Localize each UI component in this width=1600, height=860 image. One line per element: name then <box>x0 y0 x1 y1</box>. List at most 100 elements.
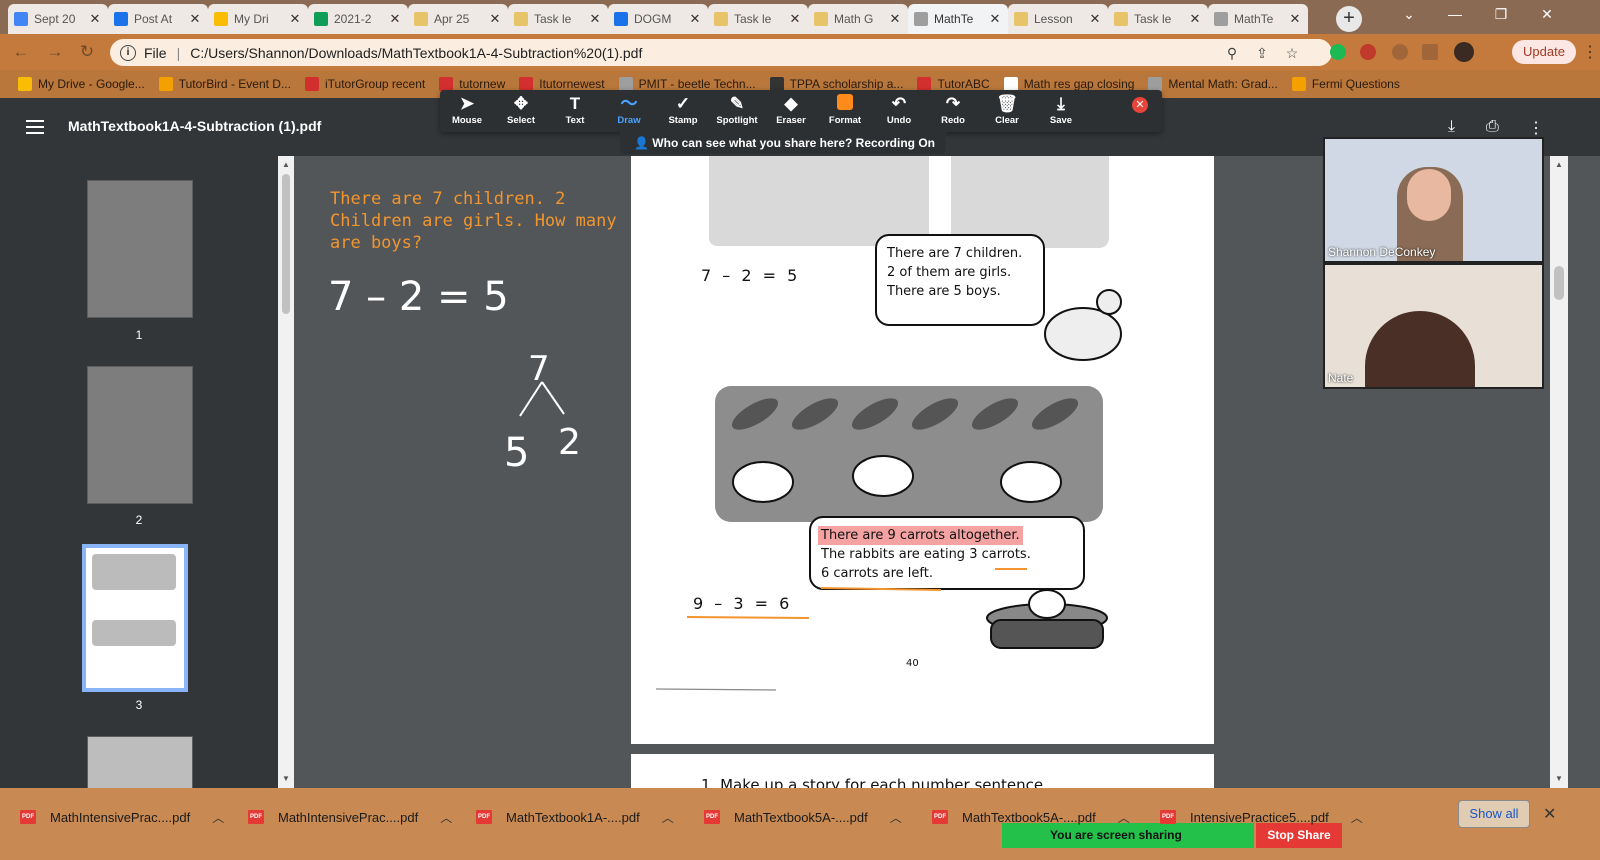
bookmark-item[interactable]: TutorBird - Event D... <box>158 77 291 91</box>
tool-clear[interactable]: 🗑 Clear <box>980 94 1034 126</box>
chevron-up-icon[interactable]: ︿ <box>1351 809 1363 826</box>
thumbnail-page-4[interactable] <box>87 736 193 788</box>
chevron-up-icon[interactable]: ︿ <box>440 809 452 826</box>
browser-tab[interactable]: MathTe ✕ <box>908 4 1008 34</box>
profile-avatar[interactable] <box>1454 42 1474 62</box>
bond-right: 2 <box>558 422 581 463</box>
tab-close-icon[interactable]: ✕ <box>588 11 602 27</box>
browser-tab[interactable]: Lesson ✕ <box>1008 4 1108 34</box>
video-tile-nate[interactable]: Nate <box>1323 263 1544 389</box>
browser-tab[interactable]: MathTe ✕ <box>1208 4 1308 34</box>
browser-tab[interactable]: Math G ✕ <box>808 4 908 34</box>
chevron-up-icon[interactable]: ︿ <box>662 809 674 826</box>
bookmark-item[interactable]: Fermi Questions <box>1291 77 1400 91</box>
bookmark-item[interactable]: tutornew <box>439 77 505 91</box>
bookmark-item[interactable]: TPPA scholarship a... <box>769 77 903 91</box>
browser-tab[interactable]: DOGM ✕ <box>608 4 708 34</box>
tool-spotlight[interactable]: ✎ Spotlight <box>710 94 764 126</box>
bookmark-item[interactable]: Mental Math: Grad... <box>1148 77 1278 91</box>
zoom-icon[interactable]: ⚲ <box>1222 43 1242 63</box>
bookmark-item[interactable]: Math res gap closing <box>1003 77 1134 91</box>
download-item[interactable]: PDF MathTextbook5A-....pdf ︿ <box>932 802 1130 832</box>
tool-mouse[interactable]: ➤ Mouse <box>440 94 494 126</box>
tab-close-icon[interactable]: ✕ <box>88 11 102 27</box>
tool-save[interactable]: ⤓ Save <box>1034 94 1088 126</box>
tab-close-icon[interactable]: ✕ <box>1088 11 1102 27</box>
download-item[interactable]: PDF MathTextbook1A-....pdf ︿ <box>476 802 674 832</box>
tab-close-icon[interactable]: ✕ <box>1288 11 1302 27</box>
browser-tab[interactable]: Sept 20 ✕ <box>8 4 108 34</box>
thumbnail-page-3[interactable] <box>82 544 188 692</box>
page-scrollbar[interactable]: ▲ ▼ <box>1550 156 1568 788</box>
thumbnail-page-2[interactable] <box>87 366 193 504</box>
chevron-up-icon[interactable]: ︿ <box>212 809 224 826</box>
tab-close-icon[interactable]: ✕ <box>688 11 702 27</box>
tab-close-icon[interactable]: ✕ <box>388 11 402 27</box>
tab-search-icon[interactable]: ⌄ <box>1386 0 1432 30</box>
browser-tab[interactable]: 2021-2 ✕ <box>308 4 408 34</box>
download-item[interactable]: PDF MathIntensivePrac....pdf ︿ <box>20 802 224 832</box>
tab-close-icon[interactable]: ✕ <box>788 11 802 27</box>
address-bar[interactable]: i File | C:/Users/Shannon/Downloads/Math… <box>110 39 1332 66</box>
reload-icon[interactable]: ↻ <box>76 41 98 63</box>
tab-label: MathTe <box>1234 12 1274 26</box>
tool-draw[interactable]: 〜 Draw <box>602 94 656 126</box>
extension-icon[interactable] <box>1392 44 1408 60</box>
sidebar-scrollbar[interactable]: ▲ ▼ <box>278 156 294 788</box>
bookmark-item[interactable]: PMIT - beetle Techn... <box>618 77 756 91</box>
bookmark-star-icon[interactable]: ☆ <box>1282 43 1302 63</box>
menu-icon[interactable] <box>26 120 44 134</box>
chevron-up-icon[interactable]: ︿ <box>1118 809 1130 826</box>
tab-close-icon[interactable]: ✕ <box>288 11 302 27</box>
bookmark-item[interactable]: iTutorGroup recent <box>304 77 425 91</box>
browser-tab[interactable]: Task le ✕ <box>1108 4 1208 34</box>
download-icon[interactable]: ⤓ <box>1448 118 1455 136</box>
browser-tab[interactable]: My Dri ✕ <box>208 4 308 34</box>
browser-tab[interactable]: Post At ✕ <box>108 4 208 34</box>
browser-tab[interactable]: Apr 25 ✕ <box>408 4 508 34</box>
bookmark-item[interactable]: TutorABC <box>917 77 990 91</box>
extension-evernote-icon[interactable] <box>1330 44 1346 60</box>
close-downloads-icon[interactable]: ✕ <box>1543 804 1556 824</box>
site-info-icon[interactable]: i <box>120 44 136 61</box>
show-all-button[interactable]: Show all <box>1458 800 1530 828</box>
tool-text[interactable]: T Text <box>548 94 602 126</box>
more-options-icon[interactable]: ⋮ <box>1528 118 1544 138</box>
tool-redo[interactable]: ↷ Redo <box>926 94 980 126</box>
new-tab-button[interactable]: + <box>1336 6 1362 32</box>
close-window-icon[interactable]: ✕ <box>1524 0 1570 30</box>
tab-close-icon[interactable]: ✕ <box>888 11 902 27</box>
download-item[interactable]: PDF MathIntensivePrac....pdf ︿ <box>248 802 452 832</box>
thumbnail-page-1[interactable] <box>87 180 193 318</box>
tool-undo[interactable]: ↶ Undo <box>872 94 926 126</box>
print-icon[interactable]: ⎙ <box>1486 118 1499 136</box>
download-item[interactable]: PDF MathTextbook5A-....pdf ︿ <box>704 802 902 832</box>
extension-ublock-icon[interactable] <box>1360 44 1376 60</box>
browser-menu-icon[interactable]: ⋮ <box>1582 42 1598 62</box>
tool-format[interactable]: Format <box>818 94 872 126</box>
download-item[interactable]: PDF IntensivePractice5....pdf ︿ <box>1160 802 1363 832</box>
close-annotation-icon[interactable]: ✕ <box>1132 97 1148 113</box>
tool-stamp[interactable]: ✓ Stamp <box>656 94 710 126</box>
share-icon[interactable]: ⇪ <box>1252 43 1272 63</box>
minimize-icon[interactable]: — <box>1432 0 1478 30</box>
bookmark-item[interactable]: Itutornewest <box>519 77 605 91</box>
forward-icon[interactable]: → <box>44 41 66 63</box>
browser-tab[interactable]: Task le ✕ <box>708 4 808 34</box>
recording-notice[interactable]: 👤 Who can see what you share here? Recor… <box>620 132 946 154</box>
bookmark-item[interactable]: My Drive - Google... <box>18 77 145 91</box>
tool-select[interactable]: ✥ Select <box>494 94 548 126</box>
extensions-puzzle-icon[interactable] <box>1422 44 1438 60</box>
tab-close-icon[interactable]: ✕ <box>188 11 202 27</box>
update-button[interactable]: Update <box>1512 40 1576 64</box>
tab-close-icon[interactable]: ✕ <box>988 11 1002 27</box>
pdf-file-icon: PDF <box>1160 810 1176 824</box>
tab-close-icon[interactable]: ✕ <box>488 11 502 27</box>
restore-icon[interactable]: ❐ <box>1478 0 1524 30</box>
chevron-up-icon[interactable]: ︿ <box>890 809 902 826</box>
video-tile-shannon[interactable]: Shannon DeConkey <box>1323 137 1544 263</box>
browser-tab[interactable]: Task le ✕ <box>508 4 608 34</box>
back-icon[interactable]: ← <box>10 41 32 63</box>
tab-close-icon[interactable]: ✕ <box>1188 11 1202 27</box>
tool-eraser[interactable]: ◆ Eraser <box>764 94 818 126</box>
